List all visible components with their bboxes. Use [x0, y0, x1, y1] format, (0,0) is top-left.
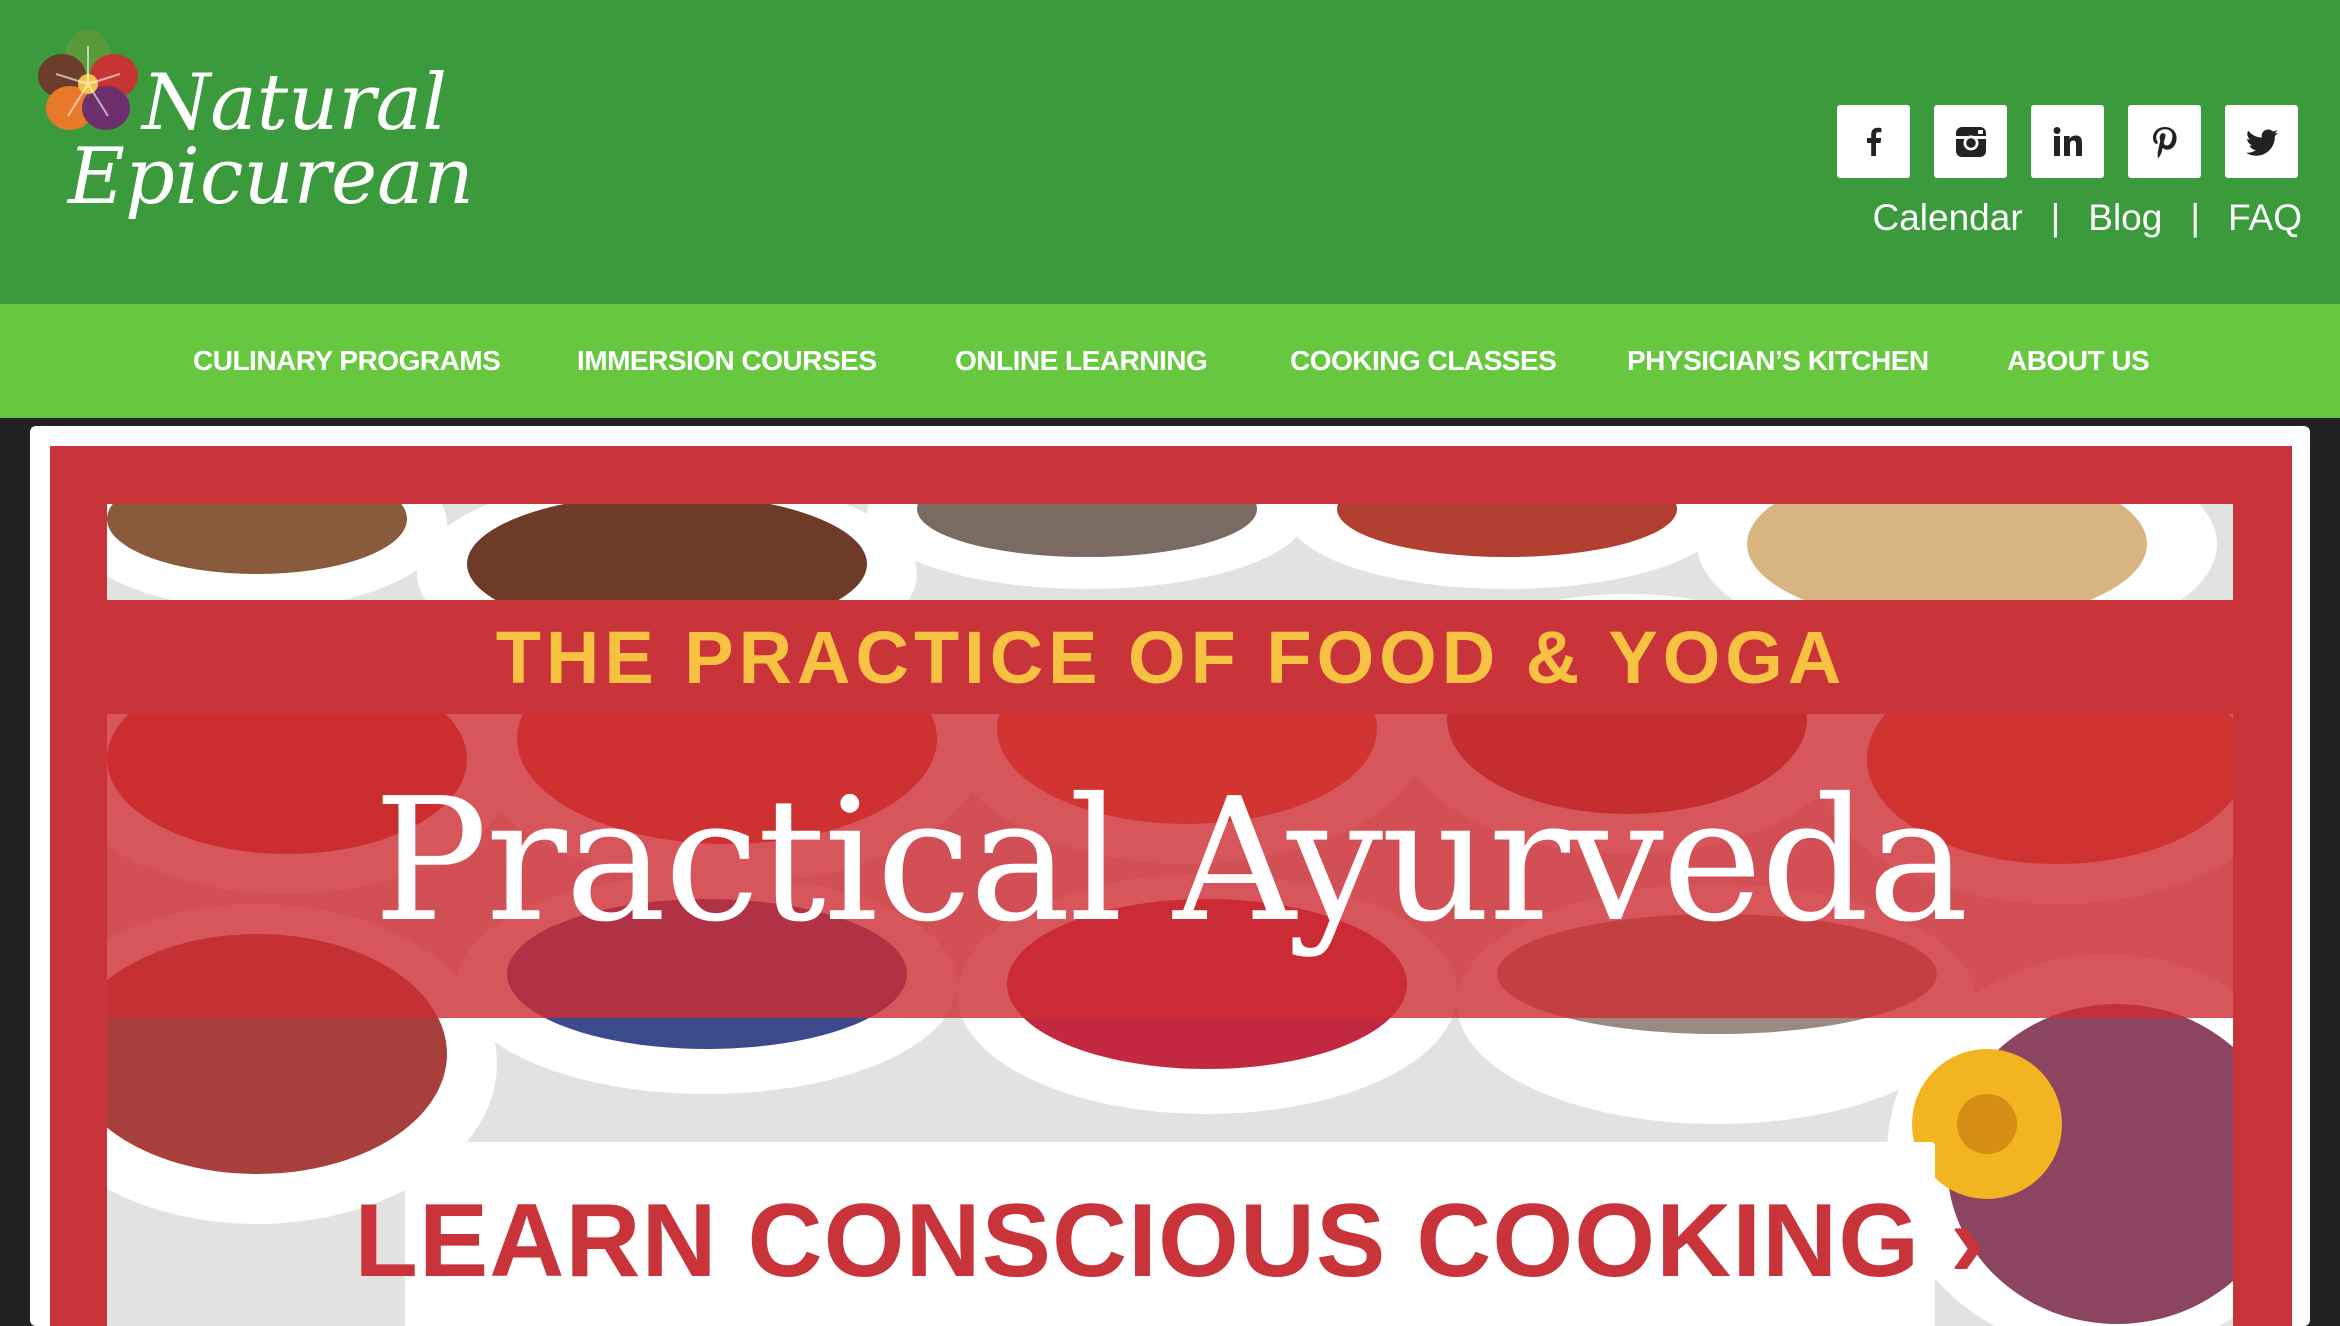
banner-title: Practical Ayurveda — [373, 762, 1968, 960]
pinterest-button[interactable] — [2128, 105, 2201, 178]
blog-link[interactable]: Blog — [2088, 197, 2162, 239]
twitter-button[interactable] — [2225, 105, 2298, 178]
pinterest-icon — [2152, 126, 2177, 158]
title-band: Practical Ayurveda — [107, 714, 2233, 1018]
cta-label: LEARN CONSCIOUS COOKING › — [354, 1183, 1986, 1299]
flower-logo-icon — [38, 30, 138, 130]
facebook-icon — [1866, 127, 1881, 156]
eyebrow-band: THE PRACTICE OF FOOD & YOGA — [50, 600, 2292, 714]
faq-link[interactable]: FAQ — [2228, 197, 2302, 239]
facebook-button[interactable] — [1837, 105, 1910, 178]
nav-item-physicians-kitchen[interactable]: PHYSICIAN’S KITCHEN — [1627, 304, 1929, 418]
nav-item-online-learning[interactable]: ONLINE LEARNING — [955, 304, 1208, 418]
instagram-icon — [1955, 126, 1986, 157]
instagram-button[interactable] — [1934, 105, 2007, 178]
site-logo[interactable]: Natural Epicurean — [30, 24, 474, 244]
nav-item-about-us[interactable]: ABOUT US — [2007, 304, 2150, 418]
nav-item-culinary-programs[interactable]: CULINARY PROGRAMS — [193, 304, 501, 418]
site-header: Natural Epicurean Calendar | Blog | FAQ — [0, 0, 2340, 304]
calendar-link[interactable]: Calendar — [1873, 197, 2023, 239]
nav-item-immersion-courses[interactable]: IMMERSION COURSES — [577, 304, 877, 418]
linkedin-button[interactable] — [2031, 105, 2104, 178]
nav-item-cooking-classes[interactable]: COOKING CLASSES — [1290, 304, 1557, 418]
link-separator: | — [2190, 197, 2200, 238]
logo-text-line2: Epicurean — [68, 132, 474, 222]
hero-banner[interactable]: THE PRACTICE OF FOOD & YOGA Practical Ay… — [50, 446, 2292, 1326]
logo-text-line1: Natural — [142, 58, 448, 148]
linkedin-icon — [2053, 126, 2082, 156]
main-nav: CULINARY PROGRAMS IMMERSION COURSES ONLI… — [0, 304, 2340, 418]
utility-links: Calendar | Blog | FAQ — [1873, 197, 2303, 239]
link-separator: | — [2050, 197, 2061, 238]
learn-conscious-cooking-button[interactable]: LEARN CONSCIOUS COOKING › — [354, 1142, 1985, 1326]
twitter-icon — [2245, 129, 2278, 156]
banner-eyebrow: THE PRACTICE OF FOOD & YOGA — [495, 615, 1847, 699]
social-links — [1837, 105, 2298, 178]
